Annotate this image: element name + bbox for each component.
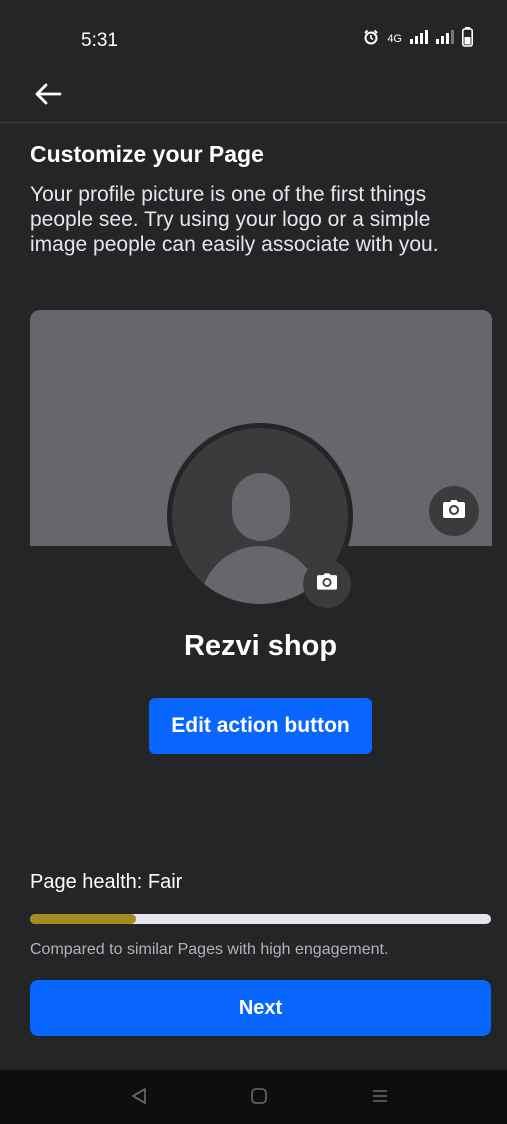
battery-icon — [462, 27, 473, 52]
page-name: Rezvi shop — [183, 630, 338, 662]
page-title: Customize your Page — [30, 141, 264, 167]
nav-menu-button[interactable] — [366, 1084, 394, 1112]
avatar-body-shape — [200, 546, 320, 604]
network-type-label: 4G — [387, 33, 402, 45]
signal-icon — [436, 30, 454, 49]
back-triangle-icon — [130, 1087, 148, 1110]
nav-back-button[interactable] — [125, 1084, 153, 1112]
page-health-caption: Compared to similar Pages with high enga… — [30, 941, 389, 958]
cover-photo-camera-button[interactable] — [429, 486, 479, 536]
page-health-label: Page health: Fair — [30, 871, 183, 893]
page-health-bar — [30, 914, 491, 924]
system-navigation-bar — [0, 1070, 507, 1124]
profile-picture-camera-button[interactable] — [303, 560, 351, 608]
home-square-icon — [250, 1087, 268, 1110]
camera-icon — [317, 573, 337, 595]
app-bar — [0, 70, 507, 123]
camera-icon — [443, 499, 465, 523]
page-health-bar-fill — [30, 914, 137, 924]
back-button[interactable] — [30, 78, 66, 114]
arrow-left-icon — [34, 82, 62, 111]
menu-lines-icon — [371, 1087, 389, 1110]
nav-home-button[interactable] — [245, 1084, 273, 1112]
edit-action-button[interactable]: Edit action button — [149, 698, 372, 754]
status-time: 5:31 — [81, 30, 118, 51]
page-description: Your profile picture is one of the first… — [30, 182, 439, 257]
avatar-head-shape — [232, 473, 290, 541]
alarm-icon — [363, 29, 379, 50]
status-icons: 4G — [363, 27, 473, 52]
signal-icon — [410, 30, 428, 49]
next-button[interactable]: Next — [30, 980, 491, 1036]
status-bar: 5:31 4G — [0, 0, 507, 70]
intro-section: Customize your Page Your profile picture… — [30, 140, 492, 257]
